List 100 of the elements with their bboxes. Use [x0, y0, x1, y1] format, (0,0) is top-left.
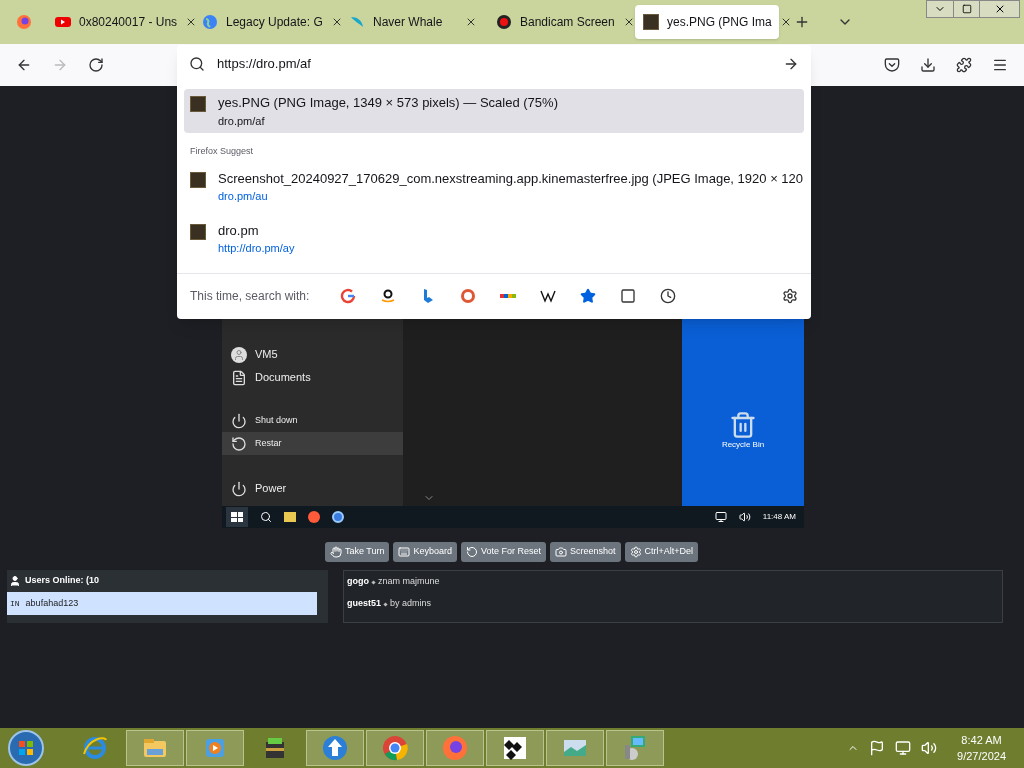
tab-title: 0x80240017 - Uns: [79, 14, 178, 31]
start-menu-item[interactable]: VM5: [222, 343, 403, 366]
menu-label: Power: [255, 481, 287, 497]
browser-tab[interactable]: Naver Whale: [341, 5, 485, 39]
ebay-icon[interactable]: [500, 292, 516, 300]
suggestion-url: dro.pm/af: [218, 113, 266, 129]
thumbnail-icon: [190, 96, 206, 112]
restart-icon: [231, 435, 247, 452]
download-icon[interactable]: [920, 57, 936, 73]
wikipedia-icon[interactable]: [540, 288, 556, 304]
taskbar-clock[interactable]: 8:42 AM 9/27/2024: [947, 731, 1016, 765]
suggestion-row[interactable]: Screenshot_20240927_170629_com.nexstreaming.app.kinemasterfree.jpg (JPEG Image, 1920 × 120 dro.pm/au: [184, 164, 804, 209]
start-orb-icon[interactable]: [8, 730, 44, 766]
whale-icon: [349, 14, 365, 30]
camera-icon: [555, 546, 567, 558]
thumbnail-icon: [190, 223, 206, 240]
control-button[interactable]: Screenshot: [550, 542, 621, 562]
start-menu-item[interactable]: Documents: [222, 366, 403, 389]
record-icon: [496, 14, 512, 30]
thumbnail-icon: [190, 171, 206, 188]
browser-tab[interactable]: Bandicam Screen: [488, 5, 632, 39]
chat-message: by admins: [390, 597, 432, 611]
user-icon: [9, 575, 21, 587]
volume-icon: [738, 511, 751, 523]
extensions-icon[interactable]: [956, 57, 972, 73]
suggestion-title: Screenshot_20240927_170629_com.nexstreaming.app.kinemasterfree.jpg (JPEG Image, 1920 × 120: [218, 169, 804, 188]
settings-icon[interactable]: [782, 288, 798, 304]
search-icon: [189, 56, 205, 72]
firefox-icon[interactable]: [308, 511, 320, 523]
address-field[interactable]: https://dro.pm/af: [177, 45, 811, 83]
recycle-bin-icon[interactable]: [729, 410, 757, 439]
undo-icon: [466, 546, 478, 558]
suggestion-url: http://dro.pm/ay: [218, 241, 295, 256]
menu-label: Restar: [255, 436, 282, 450]
menu-label: VM5: [255, 347, 278, 363]
amazon-icon[interactable]: [380, 288, 396, 304]
suggestion-row[interactable]: dro.pm http://dro.pm/ay: [184, 216, 804, 261]
duck-icon[interactable]: [460, 288, 476, 304]
chat-separator-icon: [371, 579, 376, 585]
chrome-icon[interactable]: [332, 511, 344, 523]
keyboard-icon: [398, 546, 411, 558]
google-icon[interactable]: [340, 288, 356, 304]
menu-icon[interactable]: [992, 57, 1008, 73]
menu-label: Documents: [255, 370, 311, 386]
squares-logo-icon[interactable]: [501, 734, 529, 762]
document-icon: [231, 369, 247, 386]
search-with-label: This time, search with:: [190, 288, 311, 305]
flag-icon[interactable]: [869, 740, 886, 756]
browser-tab[interactable]: 0x80240017 - Uns: [47, 5, 191, 39]
suggestion-url: dro.pm/au: [218, 189, 269, 204]
close-icon[interactable]: [465, 16, 477, 28]
suggestion-title: dro.pm: [218, 221, 260, 240]
address-value: https://dro.pm/af: [217, 55, 311, 74]
control-button[interactable]: Vote For Reset: [461, 542, 546, 562]
control-button[interactable]: Take Turn: [324, 542, 390, 562]
taskbar-app[interactable]: [486, 730, 544, 766]
tab-title: Naver Whale: [373, 14, 444, 31]
firefox-icon[interactable]: [16, 14, 32, 30]
tab-title: yes.PNG (PNG Ima: [667, 14, 772, 31]
vm-clock: 11:48 AM: [762, 511, 797, 523]
suggestion-title: yes.PNG (PNG Image, 1349 × 573 pixels) — Scaled (75%): [218, 94, 558, 112]
network-icon: [714, 511, 727, 523]
tab-title: Legacy Update: G: [226, 14, 323, 31]
desktop-icon-label: Recycle Bin: [721, 438, 765, 451]
avatar-icon: [231, 346, 247, 363]
chat-separator-icon: [383, 601, 388, 607]
suggestion-row[interactable]: yes.PNG (PNG Image, 1349 × 573 pixels) — Scaled (75%) dro.pm/af: [184, 89, 804, 133]
reload-icon[interactable]: [88, 57, 104, 73]
video-play-icon: [55, 14, 71, 30]
chat-username: gogo: [347, 575, 369, 589]
image-thumbnail-icon: [643, 14, 659, 30]
browser-e-icon[interactable]: [81, 734, 109, 762]
user-row[interactable]: IN abufahad123: [7, 592, 317, 615]
start-menu-item[interactable]: Power: [222, 477, 403, 500]
control-button[interactable]: Ctrl+Alt+Del: [624, 542, 699, 562]
chat-username: guest51: [347, 597, 381, 611]
hand-icon: [329, 546, 342, 558]
pocket-icon[interactable]: [884, 57, 900, 73]
history-icon[interactable]: [660, 288, 676, 304]
chat-message: znam majmune: [378, 575, 440, 589]
tab-icon[interactable]: [620, 288, 636, 304]
username: abufahad123: [25, 596, 79, 610]
browser-tab[interactable]: Legacy Update: G: [194, 5, 338, 39]
country-code: IN: [10, 597, 20, 610]
back-icon[interactable]: [16, 57, 32, 73]
start-menu-item[interactable]: Shut down: [222, 409, 403, 432]
windows-start-icon[interactable]: [226, 507, 248, 527]
power-icon: [231, 480, 247, 497]
clock-time: 8:42 AM: [961, 732, 1002, 748]
search-icon[interactable]: [260, 511, 272, 523]
clock-date: 9/27/2024: [957, 749, 1006, 764]
start-menu-item[interactable]: Restar: [222, 432, 403, 455]
new-tab-icon[interactable]: [794, 14, 810, 30]
tab-title: Bandicam Screen: [520, 14, 615, 31]
network-icon[interactable]: [895, 740, 912, 756]
star-icon[interactable]: [580, 288, 596, 304]
menu-label: Shut down: [255, 413, 298, 427]
users-online-title: Users Online: (10: [25, 574, 100, 588]
control-button[interactable]: Keyboard: [393, 542, 457, 562]
section-heading: Firefox Suggest: [189, 145, 255, 158]
